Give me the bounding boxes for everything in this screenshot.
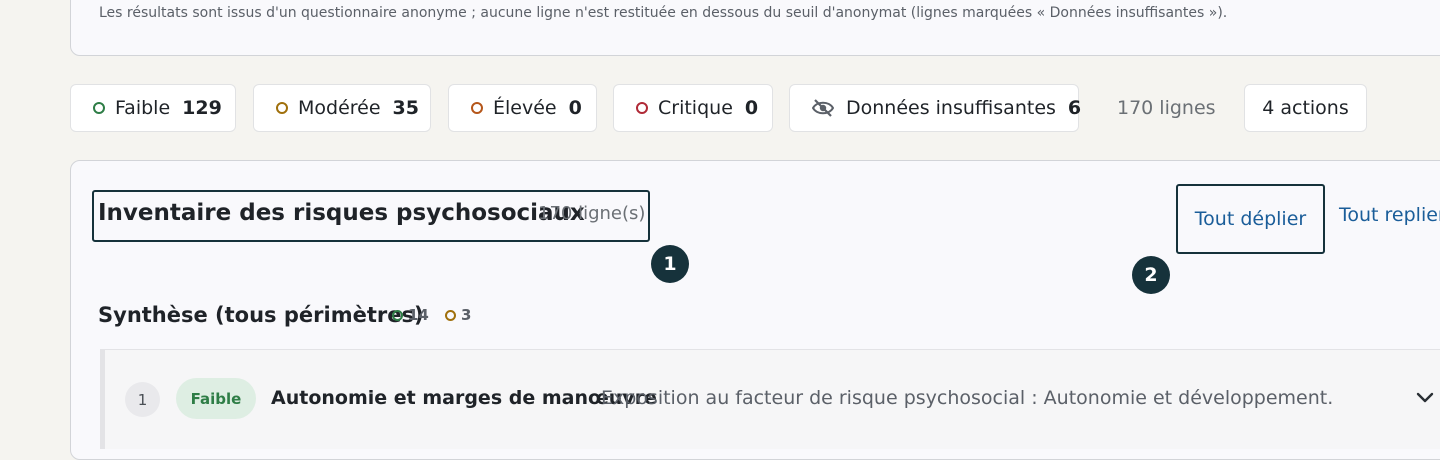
circle-icon [392,309,403,321]
circle-icon [636,102,648,114]
row-number: 1 [125,382,160,417]
filter-moderee[interactable]: Modérée 35 [253,84,431,132]
row-title: Autonomie et marges de manœuvre [271,387,657,409]
filter-count: 0 [568,97,582,119]
circle-icon [276,102,288,114]
summary-count-value: 14 [408,306,429,324]
filter-donnees-insuffisantes[interactable]: Données insuffisantes 6 [789,84,1082,132]
callout-badge-1: 1 [651,245,689,283]
filter-label: Données insuffisantes [846,97,1056,119]
filter-label: Critique [658,97,733,119]
filter-elevee[interactable]: Élevée 0 [448,84,597,132]
summary-title: Synthèse (tous périmètres) [98,303,424,327]
filter-count: 0 [744,97,759,119]
row-description: Exposition au facteur de risque psychoso… [601,387,1334,409]
filter-faible[interactable]: Faible 129 [70,84,236,132]
circle-icon [471,102,483,114]
filter-label: Faible [115,97,171,119]
filter-count: 129 [182,97,222,119]
filter-label: Élevée [493,97,557,119]
expand-all-button[interactable]: Tout déplier [1176,184,1325,254]
collapse-all-button[interactable]: Tout replier [1339,204,1440,226]
filter-label: Modérée [298,97,381,119]
inventory-title: Inventaire des risques psychosociaux [98,200,585,226]
chevron-down-icon[interactable] [1416,389,1434,408]
summary-count-faible: 14 [392,306,429,324]
anonymity-notice: Les résultats sont issus d'un questionna… [99,5,1228,21]
level-badge: Faible [176,378,256,419]
callout-badge-2: 2 [1132,256,1170,294]
circle-icon [445,309,456,321]
filter-count: 35 [392,97,419,119]
actions-button[interactable]: 4 actions [1244,84,1367,132]
summary-count-value: 3 [461,306,472,324]
total-lines: 170 lignes [1117,97,1216,119]
inventory-count: 170 ligne(s) [538,203,646,224]
summary-count-moderee: 3 [445,306,471,324]
filter-count: 6 [1067,97,1082,119]
info-card: Les résultats sont issus d'un questionna… [70,0,1440,56]
eye-slash-icon [812,99,834,117]
circle-icon [93,102,105,114]
filter-critique[interactable]: Critique 0 [613,84,773,132]
